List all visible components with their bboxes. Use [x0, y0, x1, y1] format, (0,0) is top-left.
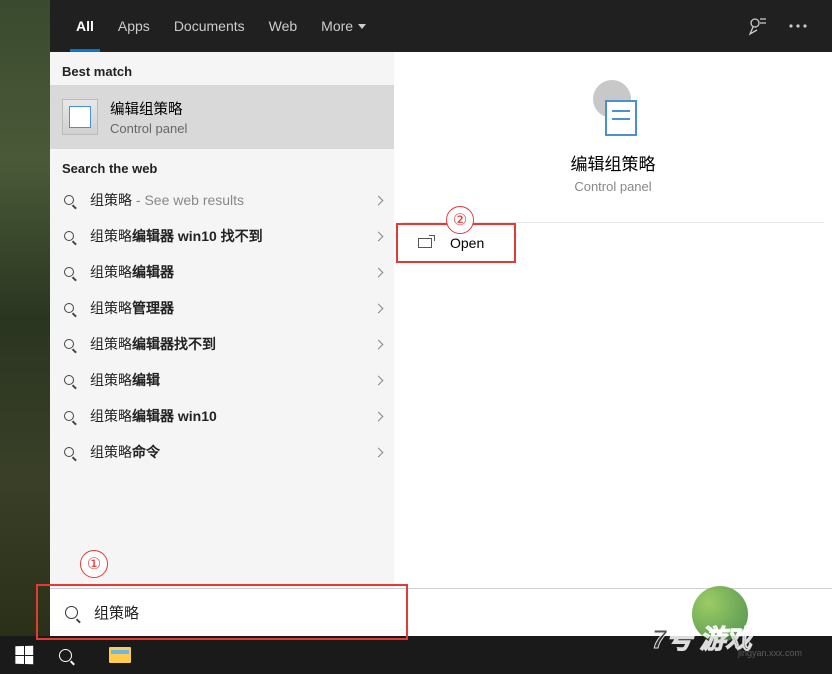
chevron-right-icon — [374, 447, 384, 457]
web-result-item[interactable]: 组策略编辑器 — [50, 254, 394, 290]
taskbar — [0, 636, 832, 674]
search-icon — [62, 301, 76, 315]
web-result-item[interactable]: 组策略编辑 — [50, 362, 394, 398]
gpedit-large-icon — [585, 80, 641, 136]
search-icon — [62, 193, 76, 207]
best-match-header: Best match — [50, 52, 394, 85]
web-result-text: 组策略编辑 — [90, 370, 375, 390]
web-result-text: 组策略编辑器 — [90, 262, 375, 282]
search-icon — [62, 265, 76, 279]
tab-apps[interactable]: Apps — [106, 0, 162, 52]
folder-icon — [109, 647, 131, 663]
chevron-right-icon — [374, 411, 384, 421]
web-result-item[interactable]: 组策略编辑器 win10 — [50, 398, 394, 434]
best-match-subtitle: Control panel — [110, 121, 187, 136]
detail-subtitle: Control panel — [574, 179, 651, 194]
chevron-right-icon — [374, 375, 384, 385]
start-button[interactable] — [0, 636, 48, 674]
chevron-right-icon — [374, 231, 384, 241]
web-result-item[interactable]: 组策略编辑器找不到 — [50, 326, 394, 362]
options-button[interactable] — [778, 6, 818, 46]
search-icon — [62, 409, 76, 423]
search-icon — [62, 445, 76, 459]
taskbar-explorer-button[interactable] — [96, 636, 144, 674]
callout-2: ② — [446, 206, 474, 234]
web-result-text: 组策略编辑器 win10 找不到 — [90, 226, 375, 246]
web-result-text: 组策略 - See web results — [90, 190, 375, 210]
search-icon — [62, 337, 76, 351]
search-web-header: Search the web — [50, 149, 394, 182]
windows-search-panel: All Apps Documents Web More Best match — [50, 0, 832, 640]
search-icon — [64, 606, 78, 620]
taskbar-search-button[interactable] — [48, 636, 96, 674]
chevron-right-icon — [374, 195, 384, 205]
desktop-background — [0, 0, 50, 640]
detail-hero: 编辑组策略 Control panel — [402, 52, 824, 223]
search-tabs-bar: All Apps Documents Web More — [50, 0, 832, 52]
web-result-text: 组策略编辑器找不到 — [90, 334, 375, 354]
search-icon — [62, 229, 76, 243]
search-main-area: Best match 编辑组策略 Control panel Search th… — [50, 52, 832, 640]
web-result-text: 组策略管理器 — [90, 298, 375, 318]
best-match-title: 编辑组策略 — [110, 98, 187, 119]
web-result-item[interactable]: 组策略管理器 — [50, 290, 394, 326]
tab-web[interactable]: Web — [257, 0, 310, 52]
tab-all[interactable]: All — [64, 0, 106, 52]
open-icon — [418, 238, 432, 248]
search-query-text: 组策略 — [94, 602, 139, 623]
detail-title: 编辑组策略 — [571, 150, 656, 175]
chevron-right-icon — [374, 339, 384, 349]
web-result-item[interactable]: 组策略 - See web results — [50, 182, 394, 218]
ellipsis-icon — [789, 24, 807, 28]
web-result-item[interactable]: 组策略编辑器 win10 找不到 — [50, 218, 394, 254]
search-icon — [58, 648, 72, 662]
gpedit-icon — [62, 99, 98, 135]
best-match-item[interactable]: 编辑组策略 Control panel — [50, 85, 394, 149]
chevron-down-icon — [358, 24, 366, 29]
chevron-right-icon — [374, 303, 384, 313]
tab-documents[interactable]: Documents — [162, 0, 257, 52]
tab-more[interactable]: More — [309, 0, 378, 52]
search-input-box[interactable]: 组策略 — [50, 588, 832, 636]
chevron-right-icon — [374, 267, 384, 277]
web-result-text: 组策略编辑器 win10 — [90, 406, 375, 426]
web-result-text: 组策略命令 — [90, 442, 375, 462]
detail-column: 编辑组策略 Control panel Open — [394, 52, 832, 640]
tab-more-label: More — [321, 18, 353, 34]
open-label: Open — [450, 235, 484, 251]
windows-logo-icon — [15, 646, 33, 665]
feedback-button[interactable] — [738, 6, 778, 46]
callout-1: ① — [80, 550, 108, 578]
search-icon — [62, 373, 76, 387]
feedback-icon — [748, 16, 768, 36]
web-result-item[interactable]: 组策略命令 — [50, 434, 394, 470]
